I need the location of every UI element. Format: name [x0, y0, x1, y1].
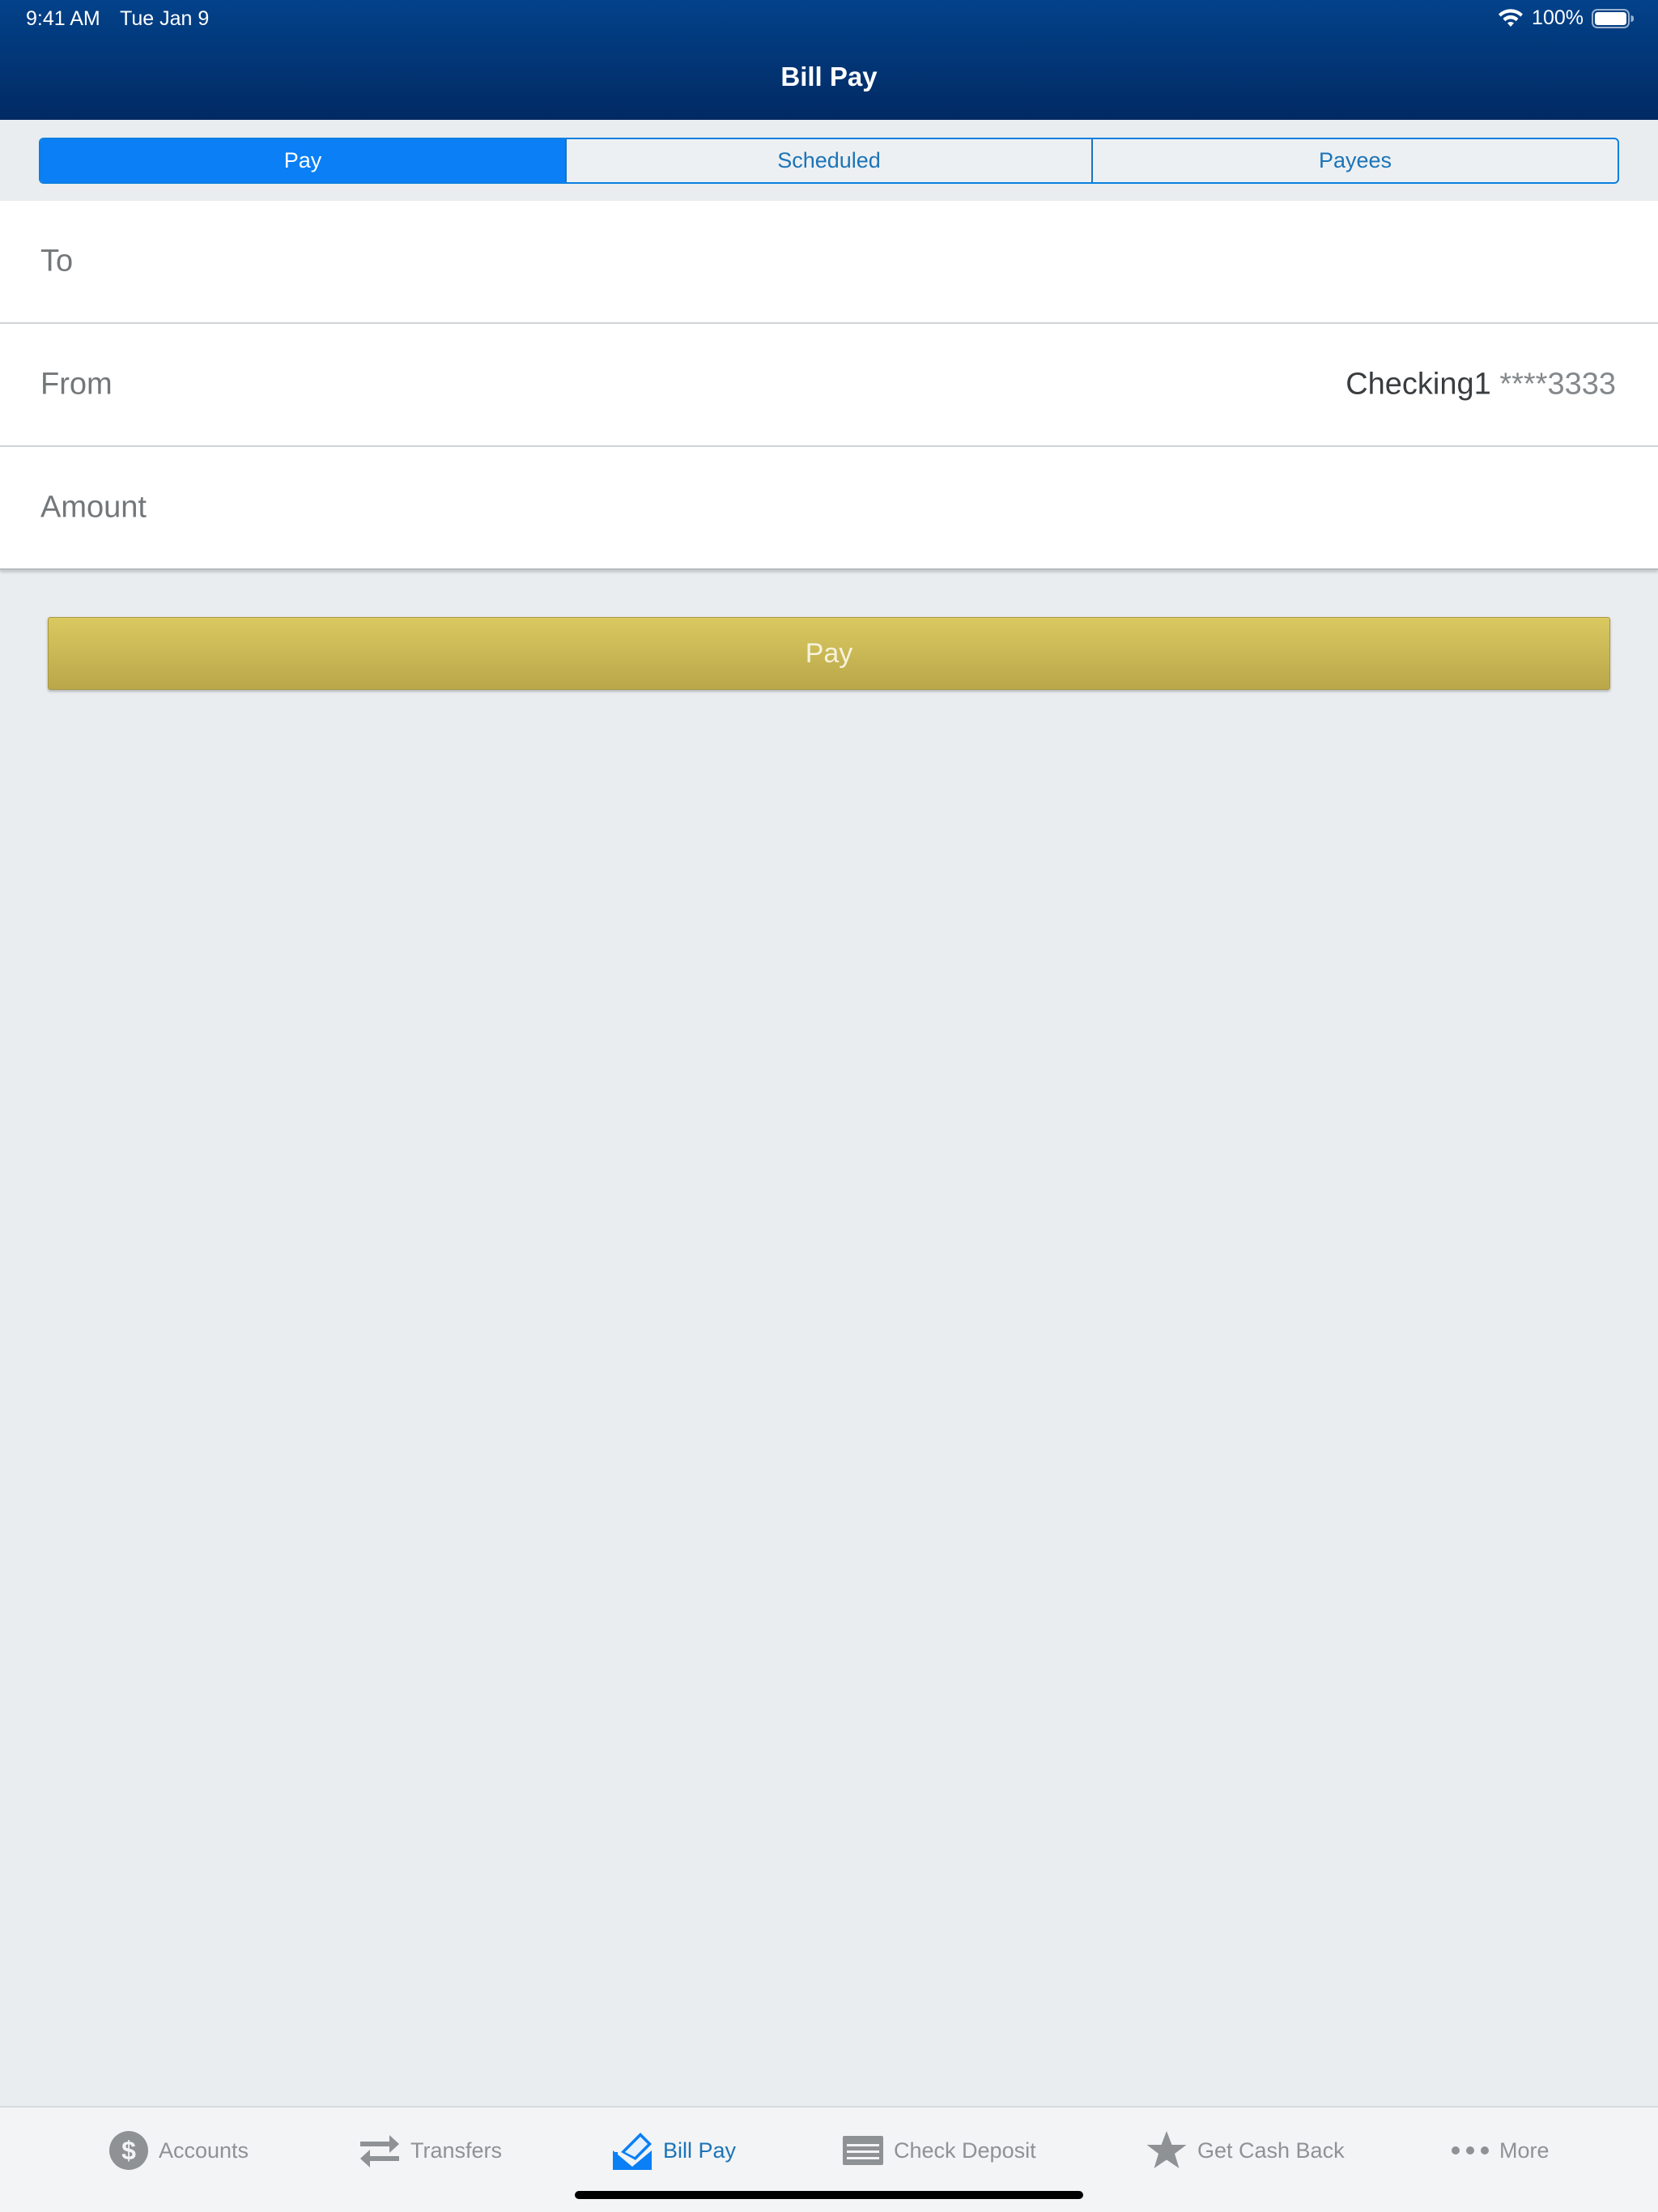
tab-bill-pay[interactable]: Bill Pay	[611, 2127, 736, 2174]
app-header: 9:41 AM Tue Jan 9 100% Bill Pay	[0, 0, 1658, 120]
wifi-icon	[1499, 8, 1524, 27]
segment-pay[interactable]: Pay	[40, 139, 565, 182]
to-row[interactable]: To	[0, 201, 1658, 324]
tab-label: Get Cash Back	[1197, 2138, 1345, 2163]
to-label: To	[40, 244, 74, 279]
tab-transfers[interactable]: Transfers	[359, 2127, 502, 2174]
tab-label: Check Deposit	[894, 2138, 1036, 2163]
tab-accounts[interactable]: $ Accounts	[108, 2127, 249, 2174]
account-name: Checking1	[1346, 367, 1491, 402]
status-bar: 9:41 AM Tue Jan 9 100%	[0, 0, 1658, 39]
amount-label: Amount	[40, 490, 147, 525]
account-mask: ****3333	[1499, 367, 1616, 402]
tab-get-cash-back[interactable]: Get Cash Back	[1146, 2127, 1345, 2174]
page-title: Bill Pay	[780, 62, 878, 91]
tab-check-deposit[interactable]: Check Deposit	[842, 2127, 1036, 2174]
tab-label: Accounts	[159, 2138, 249, 2163]
from-account-value: Checking1 ****3333	[1346, 368, 1616, 402]
segment-scheduled[interactable]: Scheduled	[565, 139, 1091, 182]
star-icon	[1146, 2131, 1187, 2168]
home-indicator	[575, 2191, 1083, 2199]
pay-button[interactable]: Pay	[48, 617, 1610, 690]
from-label: From	[40, 367, 113, 402]
status-time: 9:41 AM	[26, 7, 100, 30]
payment-form: To From Checking1 ****3333 Amount	[0, 201, 1658, 570]
status-date: Tue Jan 9	[120, 7, 210, 30]
bill-pay-icon	[613, 2133, 652, 2170]
battery-icon	[1592, 8, 1634, 28]
tab-more[interactable]: More	[1451, 2127, 1550, 2174]
check-icon	[843, 2136, 883, 2165]
amount-row[interactable]: Amount	[0, 447, 1658, 570]
more-dots-icon	[1452, 2146, 1489, 2155]
segment-payees[interactable]: Payees	[1091, 139, 1618, 182]
svg-text:$: $	[121, 2136, 136, 2165]
battery-percent: 100%	[1532, 6, 1584, 29]
status-indicators: 100%	[1498, 6, 1634, 30]
transfer-arrows-icon	[360, 2135, 399, 2167]
tab-label: Bill Pay	[663, 2138, 737, 2163]
bill-pay-segmented-control: Pay Scheduled Payees	[39, 138, 1619, 184]
tab-label: Transfers	[410, 2138, 503, 2163]
dollar-icon: $	[109, 2131, 148, 2170]
from-row[interactable]: From Checking1 ****3333	[0, 324, 1658, 447]
tab-label: More	[1499, 2138, 1550, 2163]
